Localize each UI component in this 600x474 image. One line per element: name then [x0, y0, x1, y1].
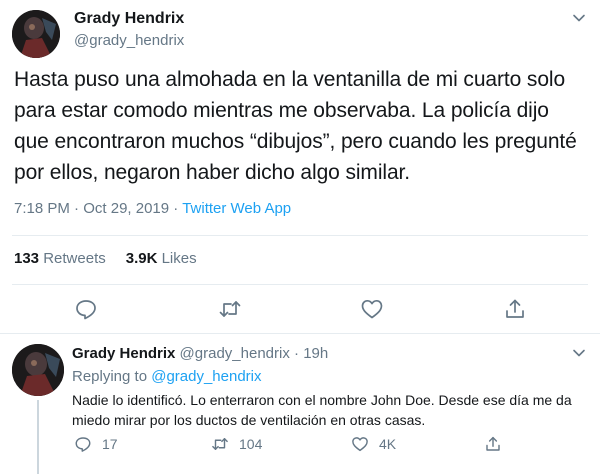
reply-author-avatar[interactable] [12, 344, 64, 396]
reply-reply-button[interactable]: 17 [74, 434, 118, 454]
likes-stat[interactable]: 3.9K Likes [126, 250, 197, 267]
reply-time[interactable]: 19h [303, 345, 328, 362]
replying-to-handle[interactable]: @grady_hendrix [151, 368, 261, 385]
retweets-stat[interactable]: 133 Retweets [14, 250, 106, 267]
meta-separator: · [173, 200, 179, 217]
reply-header: Grady Hendrix @grady_hendrix · 19h [72, 345, 328, 362]
tweet-text: Hasta puso una almohada en la ventanilla… [14, 68, 577, 184]
meta-separator: · [74, 200, 80, 217]
divider [12, 284, 588, 285]
reply-count: 17 [102, 436, 118, 452]
tweet-meta: 7:18 PM · Oct 29, 2019 · Twitter Web App [14, 200, 291, 217]
reply-share-button[interactable] [484, 434, 512, 454]
reply-like-button[interactable]: 4K [351, 434, 396, 454]
more-options-chevron-icon[interactable] [571, 10, 587, 26]
source-app-link[interactable]: Twitter Web App [182, 200, 291, 217]
tweet-date[interactable]: Oct 29, 2019 [83, 200, 169, 217]
tweet-time[interactable]: 7:18 PM [14, 200, 70, 217]
reply-icon [75, 437, 91, 452]
retweets-label: Retweets [43, 250, 106, 267]
retweet-count: 104 [239, 436, 263, 452]
replying-label: Replying to [72, 368, 148, 385]
author-avatar[interactable] [12, 10, 60, 58]
reply-retweet-button[interactable]: 104 [211, 434, 262, 454]
reply-author-name[interactable]: Grady Hendrix [72, 345, 175, 362]
share-icon [486, 436, 500, 451]
like-icon [352, 437, 368, 452]
meta-separator: · [294, 345, 300, 362]
thread-line [37, 400, 39, 474]
reply-icon[interactable] [74, 297, 98, 321]
reply-author-handle[interactable]: @grady_hendrix [180, 345, 290, 362]
share-icon[interactable] [503, 297, 527, 321]
replying-to: Replying to @grady_hendrix [72, 368, 262, 385]
retweet-icon[interactable] [218, 297, 242, 321]
author-name[interactable]: Grady Hendrix [74, 10, 184, 28]
author-handle[interactable]: @grady_hendrix [74, 32, 184, 49]
engagement-stats: 133 Retweets 3.9K Likes [14, 250, 197, 267]
likes-count: 3.9K [125, 250, 158, 267]
retweets-count: 133 [14, 250, 40, 267]
likes-label: Likes [161, 250, 197, 267]
like-icon[interactable] [360, 297, 384, 321]
divider [12, 235, 588, 236]
more-options-chevron-icon[interactable] [571, 345, 587, 361]
reply-text: Nadie lo identificó. Lo enterraron con e… [72, 392, 572, 428]
tweet-separator [0, 333, 600, 334]
retweet-icon [212, 438, 228, 450]
like-count: 4K [379, 436, 397, 452]
